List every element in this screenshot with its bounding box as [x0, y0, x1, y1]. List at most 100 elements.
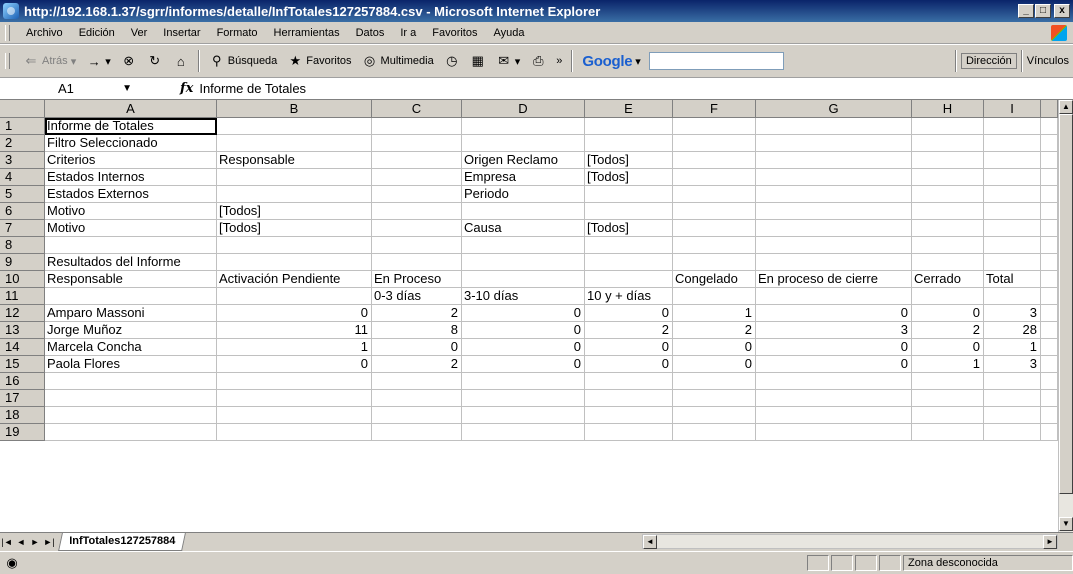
- cell-i9[interactable]: [984, 254, 1041, 271]
- cell-b14[interactable]: 1: [217, 339, 372, 356]
- cell-e18[interactable]: [585, 407, 673, 424]
- cell-c18[interactable]: [372, 407, 462, 424]
- vertical-scrollbar[interactable]: ▲ ▼: [1058, 100, 1073, 532]
- menu-formato[interactable]: Formato: [209, 27, 266, 39]
- cell-g7[interactable]: [756, 220, 912, 237]
- cell-c6[interactable]: [372, 203, 462, 220]
- cell-g10[interactable]: En proceso de cierre: [756, 271, 912, 288]
- cell-c9[interactable]: [372, 254, 462, 271]
- menu-favoritos[interactable]: Favoritos: [424, 27, 485, 39]
- menu-insertar[interactable]: Insertar: [155, 27, 208, 39]
- row-header[interactable]: 18: [0, 407, 45, 424]
- cell-h13[interactable]: 2: [912, 322, 984, 339]
- cell-i17[interactable]: [984, 390, 1041, 407]
- cell-a3[interactable]: Criterios: [45, 152, 217, 169]
- column-header-b[interactable]: B: [217, 100, 372, 118]
- cell-f9[interactable]: [673, 254, 756, 271]
- cell-d17[interactable]: [462, 390, 585, 407]
- column-header-i[interactable]: I: [984, 100, 1041, 118]
- prev-sheet-button[interactable]: ◄: [14, 537, 28, 547]
- cell-d15[interactable]: 0: [462, 356, 585, 373]
- first-sheet-button[interactable]: |◄: [0, 537, 14, 547]
- cell-b19[interactable]: [217, 424, 372, 441]
- cell-f17[interactable]: [673, 390, 756, 407]
- cell-h9[interactable]: [912, 254, 984, 271]
- menu-ayuda[interactable]: Ayuda: [485, 27, 532, 39]
- row-header[interactable]: 2: [0, 135, 45, 152]
- formula-content[interactable]: Informe de Totales: [199, 81, 306, 96]
- cell-h7[interactable]: [912, 220, 984, 237]
- cell-b11[interactable]: [217, 288, 372, 305]
- cell-f1[interactable]: [673, 118, 756, 135]
- column-header-d[interactable]: D: [462, 100, 585, 118]
- cell-a18[interactable]: [45, 407, 217, 424]
- vertical-scroll-thumb[interactable]: [1059, 114, 1073, 494]
- cell-g3[interactable]: [756, 152, 912, 169]
- cell-e2[interactable]: [585, 135, 673, 152]
- cell-b9[interactable]: [217, 254, 372, 271]
- cell-b2[interactable]: [217, 135, 372, 152]
- cell-f7[interactable]: [673, 220, 756, 237]
- google-search-input[interactable]: [648, 52, 784, 70]
- maximize-button[interactable]: □: [1035, 4, 1051, 18]
- cell-i12[interactable]: 3: [984, 305, 1041, 322]
- cell-c17[interactable]: [372, 390, 462, 407]
- favorites-button[interactable]: ★ Favoritos: [282, 53, 356, 69]
- cell-d4[interactable]: Empresa: [462, 169, 585, 186]
- cell-d11[interactable]: 3-10 días: [462, 288, 585, 305]
- scroll-up-button[interactable]: ▲: [1059, 100, 1073, 114]
- cell-f11[interactable]: [673, 288, 756, 305]
- cell-a2[interactable]: Filtro Seleccionado: [45, 135, 217, 152]
- cell-d6[interactable]: [462, 203, 585, 220]
- row-header[interactable]: 19: [0, 424, 45, 441]
- cell-i1[interactable]: [984, 118, 1041, 135]
- cell-b4[interactable]: [217, 169, 372, 186]
- cell-e10[interactable]: [585, 271, 673, 288]
- scroll-right-button[interactable]: ►: [1043, 535, 1057, 549]
- cell-c2[interactable]: [372, 135, 462, 152]
- close-button[interactable]: x: [1054, 4, 1070, 18]
- cell-i19[interactable]: [984, 424, 1041, 441]
- cell-f13[interactable]: 2: [673, 322, 756, 339]
- cell-a13[interactable]: Jorge Muñoz: [45, 322, 217, 339]
- row-header[interactable]: 10: [0, 271, 45, 288]
- cell-c10[interactable]: En Proceso: [372, 271, 462, 288]
- cell-a19[interactable]: [45, 424, 217, 441]
- cell-g1[interactable]: [756, 118, 912, 135]
- cell-b10[interactable]: Activación Pendiente: [217, 271, 372, 288]
- cell-a5[interactable]: Estados Externos: [45, 186, 217, 203]
- cell-d19[interactable]: [462, 424, 585, 441]
- cell-h11[interactable]: [912, 288, 984, 305]
- horizontal-scrollbar[interactable]: ◄ ►: [642, 534, 1058, 549]
- cell-g4[interactable]: [756, 169, 912, 186]
- cell-h12[interactable]: 0: [912, 305, 984, 322]
- google-toolbar-button[interactable]: Google ▾: [577, 53, 645, 70]
- cell-c14[interactable]: 0: [372, 339, 462, 356]
- cell-b12[interactable]: 0: [217, 305, 372, 322]
- cell-c11[interactable]: 0-3 días: [372, 288, 462, 305]
- cell-h18[interactable]: [912, 407, 984, 424]
- cell-e6[interactable]: [585, 203, 673, 220]
- column-header-c[interactable]: C: [372, 100, 462, 118]
- cell-g13[interactable]: 3: [756, 322, 912, 339]
- cell-g11[interactable]: [756, 288, 912, 305]
- sheet-tab[interactable]: InfTotales127257884: [58, 533, 187, 551]
- row-header[interactable]: 7: [0, 220, 45, 237]
- cell-d1[interactable]: [462, 118, 585, 135]
- cell-h1[interactable]: [912, 118, 984, 135]
- cell-d5[interactable]: Periodo: [462, 186, 585, 203]
- cell-d3[interactable]: Origen Reclamo: [462, 152, 585, 169]
- cell-a10[interactable]: Responsable: [45, 271, 217, 288]
- cell-d7[interactable]: Causa: [462, 220, 585, 237]
- cell-i5[interactable]: [984, 186, 1041, 203]
- mail-button[interactable]: ✉ ▾: [491, 53, 526, 69]
- cell-h4[interactable]: [912, 169, 984, 186]
- cell-i18[interactable]: [984, 407, 1041, 424]
- cell-a9[interactable]: Resultados del Informe: [45, 254, 217, 271]
- toolbar-chevron[interactable]: »: [551, 55, 567, 67]
- cell-b15[interactable]: 0: [217, 356, 372, 373]
- cell-e7[interactable]: [Todos]: [585, 220, 673, 237]
- cell-f6[interactable]: [673, 203, 756, 220]
- cell-e5[interactable]: [585, 186, 673, 203]
- cell-g17[interactable]: [756, 390, 912, 407]
